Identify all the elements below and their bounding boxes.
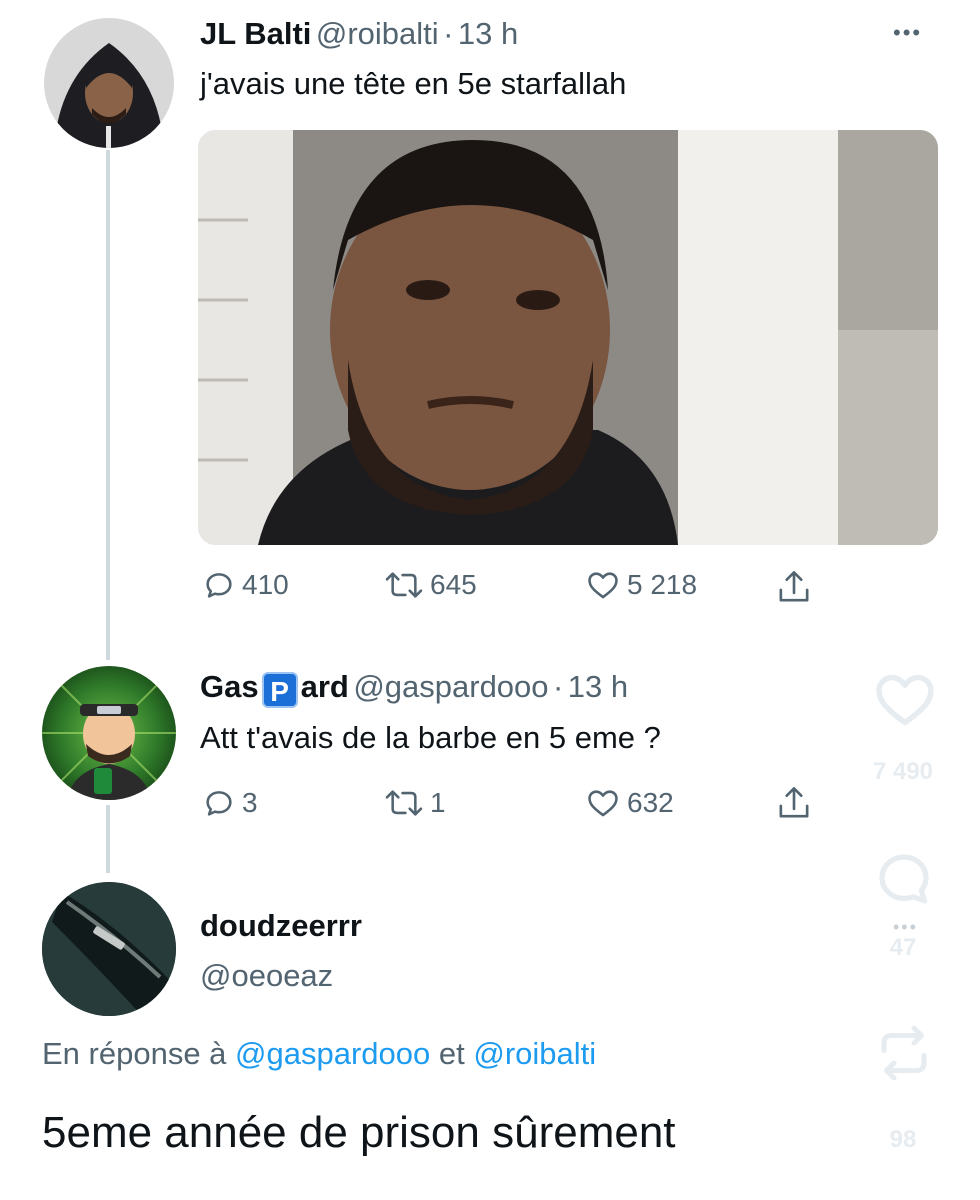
tweet2-name-end: ard [300,669,349,704]
tweet1-like-count: 5 218 [627,569,698,600]
comment-icon [879,854,929,904]
tweet1-share-button[interactable] [776,568,812,606]
tweet1-header: JL Balti @roibalti · 13 h [200,16,518,52]
overlay-comment-count: 47 [889,934,917,961]
tweet2-name-start: Gas [200,669,259,704]
tweet3-author-name[interactable]: doudzeerrr [200,908,362,944]
reply-icon [206,573,232,598]
parking-p-emoji: P [261,672,298,708]
tweet2-text: Att t'avais de la barbe en 5 eme ? [200,720,661,755]
tweet2-share-button[interactable] [776,784,812,822]
separator-dot: · [552,669,564,704]
tweet3-text: 5eme année de prison sûrement [42,1108,676,1157]
retweet-icon [385,572,423,598]
repost-icon [881,1025,927,1081]
tweet2-author-name[interactable]: Gas Pard [200,669,349,708]
thread-line-upper [106,150,110,660]
heart-icon [588,572,618,599]
reply-prefix: En réponse à [42,1036,227,1071]
tweet1-author-handle[interactable]: @roibalti [316,16,439,51]
tweet2-author-handle[interactable]: @gaspardooo [353,669,548,704]
reply-join: et [438,1036,465,1071]
tweet2-reply-count: 3 [242,787,258,818]
tweet1-reply-button[interactable]: 410 [202,568,289,602]
tweet1-text: j'avais une tête en 5e starfallah [200,66,627,101]
tweet1-photo[interactable] [198,130,938,545]
overlay-like-count: 7 490 [872,758,934,785]
tweet1-author-name[interactable]: JL Balti [200,16,311,51]
share-icon [779,787,809,818]
tweet2-retweet-count: 1 [430,787,446,818]
tweet2-reply-button[interactable]: 3 [202,786,258,820]
tweet1-reply-count: 410 [242,569,289,600]
mention-gaspardooo[interactable]: @gaspardooo [235,1036,430,1071]
tweet2-like-button[interactable]: 632 [585,786,674,820]
thread-line-lower [106,805,110,873]
tweet3-author-handle[interactable]: @oeoeaz [200,958,333,994]
tweet1-more-icon[interactable]: ••• [893,22,922,44]
tweet2-like-count: 632 [627,787,674,818]
tweet2-header: Gas Pard @gaspardooo · 13 h [200,669,628,708]
retweet-icon [385,790,423,816]
tweet1-retweet-count: 645 [430,569,477,600]
avatar-jl-balti[interactable] [44,18,174,148]
avatar-gaspard[interactable] [42,666,176,800]
tweet1-timestamp[interactable]: 13 h [458,16,518,51]
tweet1-like-button[interactable]: 5 218 [585,568,697,602]
mention-roibalti[interactable]: @roibalti [473,1036,596,1071]
overlay-comment-button[interactable] [873,848,935,915]
avatar-doudzeerrr[interactable] [42,882,176,1016]
tweet1-retweet-button[interactable]: 645 [384,568,477,602]
overlay-like-button[interactable] [872,668,938,733]
heart-icon [876,674,934,726]
overlay-repost-count: 98 [889,1126,917,1153]
separator-dot: · [443,16,454,51]
overlay-repost-button[interactable] [874,1020,934,1091]
heart-icon [588,790,618,817]
share-icon [779,571,809,602]
tweet2-retweet-button[interactable]: 1 [384,786,446,820]
reply-icon [206,791,232,816]
tweet2-timestamp[interactable]: 13 h [568,669,628,704]
reply-context: En réponse à @gaspardooo et @roibalti [42,1036,596,1072]
